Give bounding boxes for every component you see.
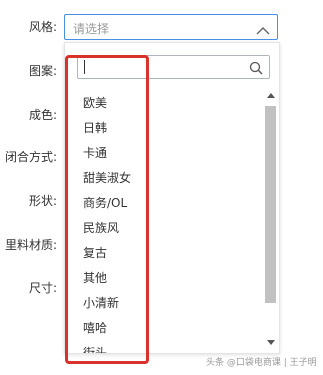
text-caret (84, 60, 85, 74)
search-icon[interactable] (249, 60, 263, 75)
option-list: 欧美 日韩 卡通 甜美淑女 商务/OL 民族风 复古 其他 小清新 嘻哈 街头 (65, 91, 261, 353)
scroll-up-arrow-icon[interactable] (267, 93, 275, 98)
option-item[interactable]: 日韩 (65, 116, 261, 141)
option-item[interactable]: 小清新 (65, 291, 261, 316)
option-item[interactable]: 甜美淑女 (65, 166, 261, 191)
chevron-up-icon[interactable] (256, 21, 270, 35)
option-item[interactable]: 商务/OL (65, 191, 261, 216)
scrollbar-thumb[interactable] (265, 106, 276, 303)
option-item[interactable]: 其他 (65, 266, 261, 291)
option-item[interactable]: 民族风 (65, 216, 261, 241)
watermark: 头条 @口袋电商课 | 王子明 (206, 358, 317, 368)
style-select[interactable]: 请选择 (64, 14, 278, 40)
dropdown-scrollbar[interactable] (264, 91, 278, 347)
label-closure: 闭合方式: (4, 150, 57, 164)
option-item[interactable]: 街头 (65, 341, 261, 353)
style-select-placeholder: 请选择 (73, 22, 110, 36)
dropdown-search-input[interactable] (77, 55, 270, 79)
option-item[interactable]: 欧美 (65, 91, 261, 116)
style-dropdown: 欧美 日韩 卡通 甜美淑女 商务/OL 民族风 复古 其他 小清新 嘻哈 街头 (64, 42, 280, 354)
label-pattern: 图案: (28, 64, 57, 78)
option-item[interactable]: 嘻哈 (65, 316, 261, 341)
label-lining: 里料材质: (4, 238, 57, 252)
scroll-down-arrow-icon[interactable] (267, 340, 275, 345)
label-color: 成色: (28, 108, 57, 122)
option-item[interactable]: 复古 (65, 241, 261, 266)
label-size: 尺寸: (28, 281, 57, 295)
label-style: 风格: (28, 20, 57, 34)
option-item[interactable]: 卡通 (65, 141, 261, 166)
label-shape: 形状: (28, 194, 57, 208)
